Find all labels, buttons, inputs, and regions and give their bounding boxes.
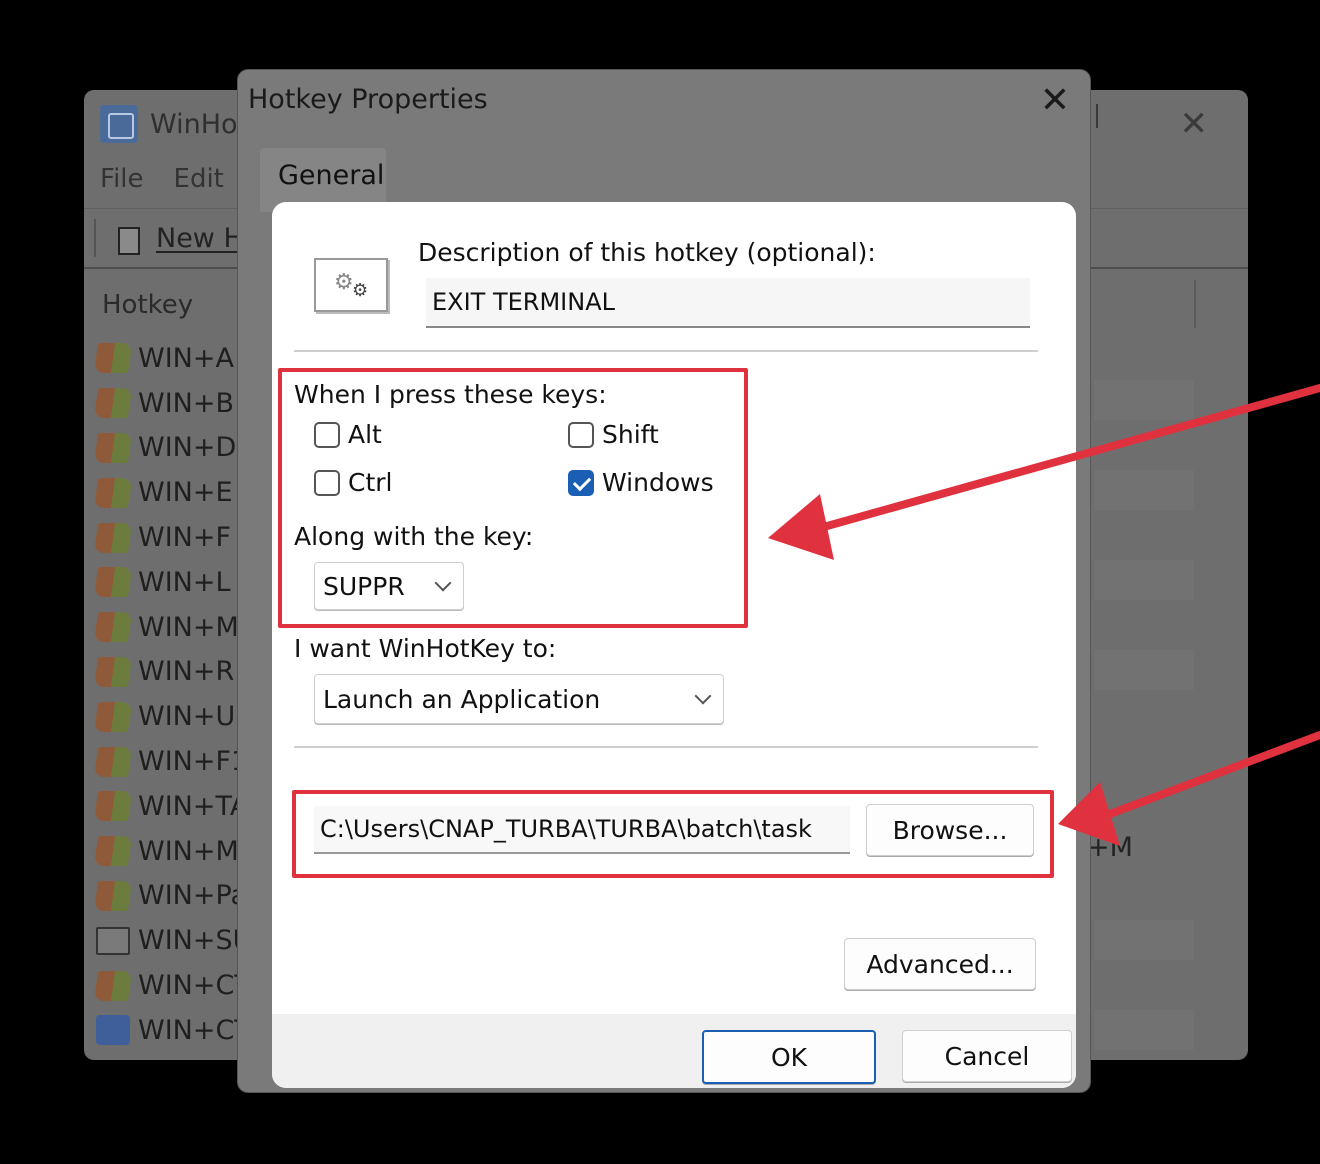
arrow-to-path — [1058, 731, 1320, 846]
arrow-to-keys — [768, 384, 1320, 560]
annotation-arrows — [768, 384, 1320, 846]
